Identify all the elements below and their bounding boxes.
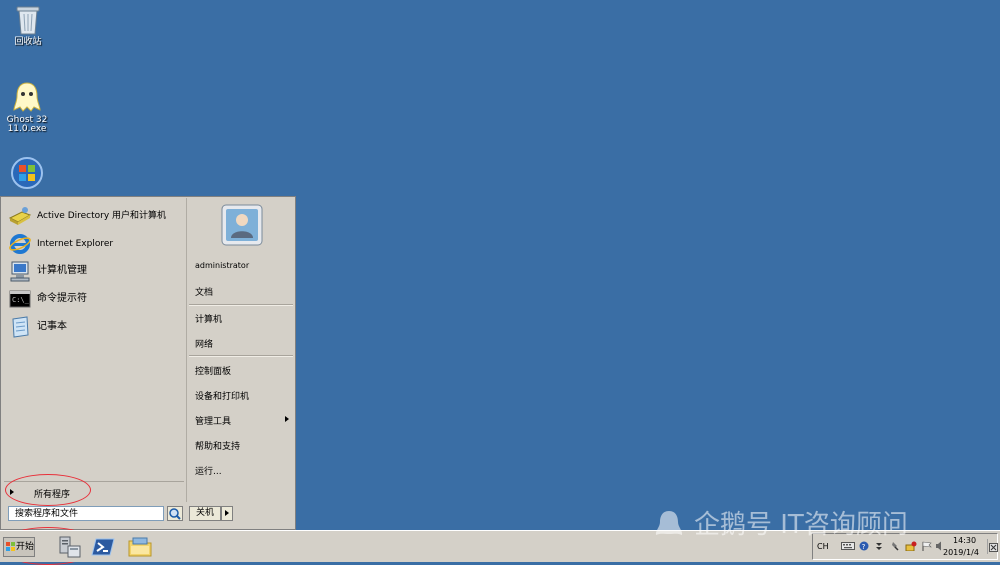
ghost-label: Ghost 32 11.0.exe — [6, 115, 48, 134]
recycle-bin-icon — [16, 6, 40, 35]
help-icon[interactable]: ? — [859, 541, 869, 551]
computer-link[interactable]: 计算机 — [195, 312, 222, 325]
active-directory-icon — [8, 207, 32, 225]
server-manager-icon[interactable] — [56, 535, 82, 559]
ghost-shortcut[interactable]: Ghost 32 11.0.exe — [0, 80, 57, 134]
pinned-internet-explorer-label: Internet Explorer — [37, 239, 114, 249]
recycle-bin-shortcut[interactable]: 回收站 — [0, 4, 58, 47]
documents-link[interactable]: 文档 — [195, 285, 213, 298]
start-button-label: 开始 — [16, 542, 35, 552]
pinned-notepad[interactable]: 记事本 — [8, 315, 184, 339]
devices-printers-link[interactable]: 设备和打印机 — [195, 389, 249, 402]
admin-tools-link[interactable]: 管理工具 — [195, 414, 291, 427]
right-pane-divider — [189, 355, 293, 357]
shutdown-button[interactable]: 关机 — [189, 506, 221, 521]
watermark-text: 企鹅号 IT咨询顾问 — [694, 510, 908, 540]
pinned-command-prompt[interactable]: C:\_ 命令提示符 — [8, 287, 184, 311]
control-panel-link[interactable]: 控制面板 — [195, 364, 231, 377]
submenu-arrow-icon — [285, 416, 289, 422]
windows-flag-icon — [6, 542, 15, 551]
annotation-circle-all-programs — [5, 474, 91, 506]
start-button[interactable]: 开始 — [3, 537, 35, 557]
language-indicator[interactable]: CH — [817, 542, 829, 551]
computer-management-icon — [10, 261, 30, 282]
penguin-logo-icon — [655, 510, 683, 535]
search-icon — [169, 508, 181, 520]
security-icon[interactable] — [905, 541, 917, 551]
options-arrow-icon[interactable] — [875, 541, 883, 551]
show-desktop-icon — [989, 543, 998, 552]
keyboard-icon[interactable] — [841, 541, 855, 551]
search-button[interactable] — [167, 506, 183, 521]
shutdown-options-button[interactable] — [221, 506, 233, 521]
start-menu-bottom-bar: 搜索程序和文件 关机 — [2, 503, 294, 529]
right-pane-divider — [189, 304, 293, 306]
explorer-folder-icon[interactable] — [127, 535, 153, 559]
windows-orb-icon — [11, 157, 43, 189]
windows-shortcut[interactable] — [0, 156, 57, 192]
network-link[interactable]: 网络 — [195, 337, 213, 350]
start-menu-right-pane: administrator 文档 计算机 网络 控制面板 设备和打印机 管理工具… — [187, 198, 295, 502]
pinned-command-prompt-label: 命令提示符 — [37, 293, 87, 304]
run-link[interactable]: 运行... — [195, 464, 222, 477]
watermark: 企鹅号 IT咨询顾问 — [652, 504, 908, 541]
search-input[interactable]: 搜索程序和文件 — [8, 506, 164, 521]
pinned-computer-management[interactable]: 计算机管理 — [8, 259, 184, 283]
clock-date[interactable]: 2019/1/4 — [943, 548, 979, 557]
pinned-notepad-label: 记事本 — [37, 321, 67, 332]
clock-time[interactable]: 14:30 — [953, 536, 976, 545]
pinned-active-directory-label: Active Directory 用户和计算机 — [37, 211, 167, 221]
ghost-icon — [13, 82, 41, 112]
help-support-link[interactable]: 帮助和支持 — [195, 439, 240, 452]
notepad-icon — [12, 316, 29, 338]
svg-text:?: ? — [862, 543, 866, 551]
powershell-icon[interactable] — [90, 535, 116, 559]
flag-icon[interactable] — [921, 541, 933, 551]
user-folder-link[interactable]: administrator — [195, 261, 249, 270]
user-avatar-icon[interactable] — [221, 204, 263, 246]
recycle-bin-label: 回收站 — [14, 37, 42, 47]
admin-tools-label: 管理工具 — [195, 417, 232, 427]
pinned-active-directory[interactable]: Active Directory 用户和计算机 — [8, 204, 184, 228]
svg-text:C:\_: C:\_ — [12, 296, 30, 304]
tool-icon[interactable] — [891, 541, 899, 551]
pinned-computer-management-label: 计算机管理 — [37, 265, 87, 276]
internet-explorer-icon — [9, 234, 31, 254]
show-desktop-button[interactable] — [987, 539, 998, 554]
command-prompt-icon: C:\_ — [9, 290, 31, 308]
start-menu-left-pane: Active Directory 用户和计算机 Internet Explore… — [2, 198, 187, 502]
pinned-internet-explorer[interactable]: Internet Explorer — [8, 232, 184, 256]
